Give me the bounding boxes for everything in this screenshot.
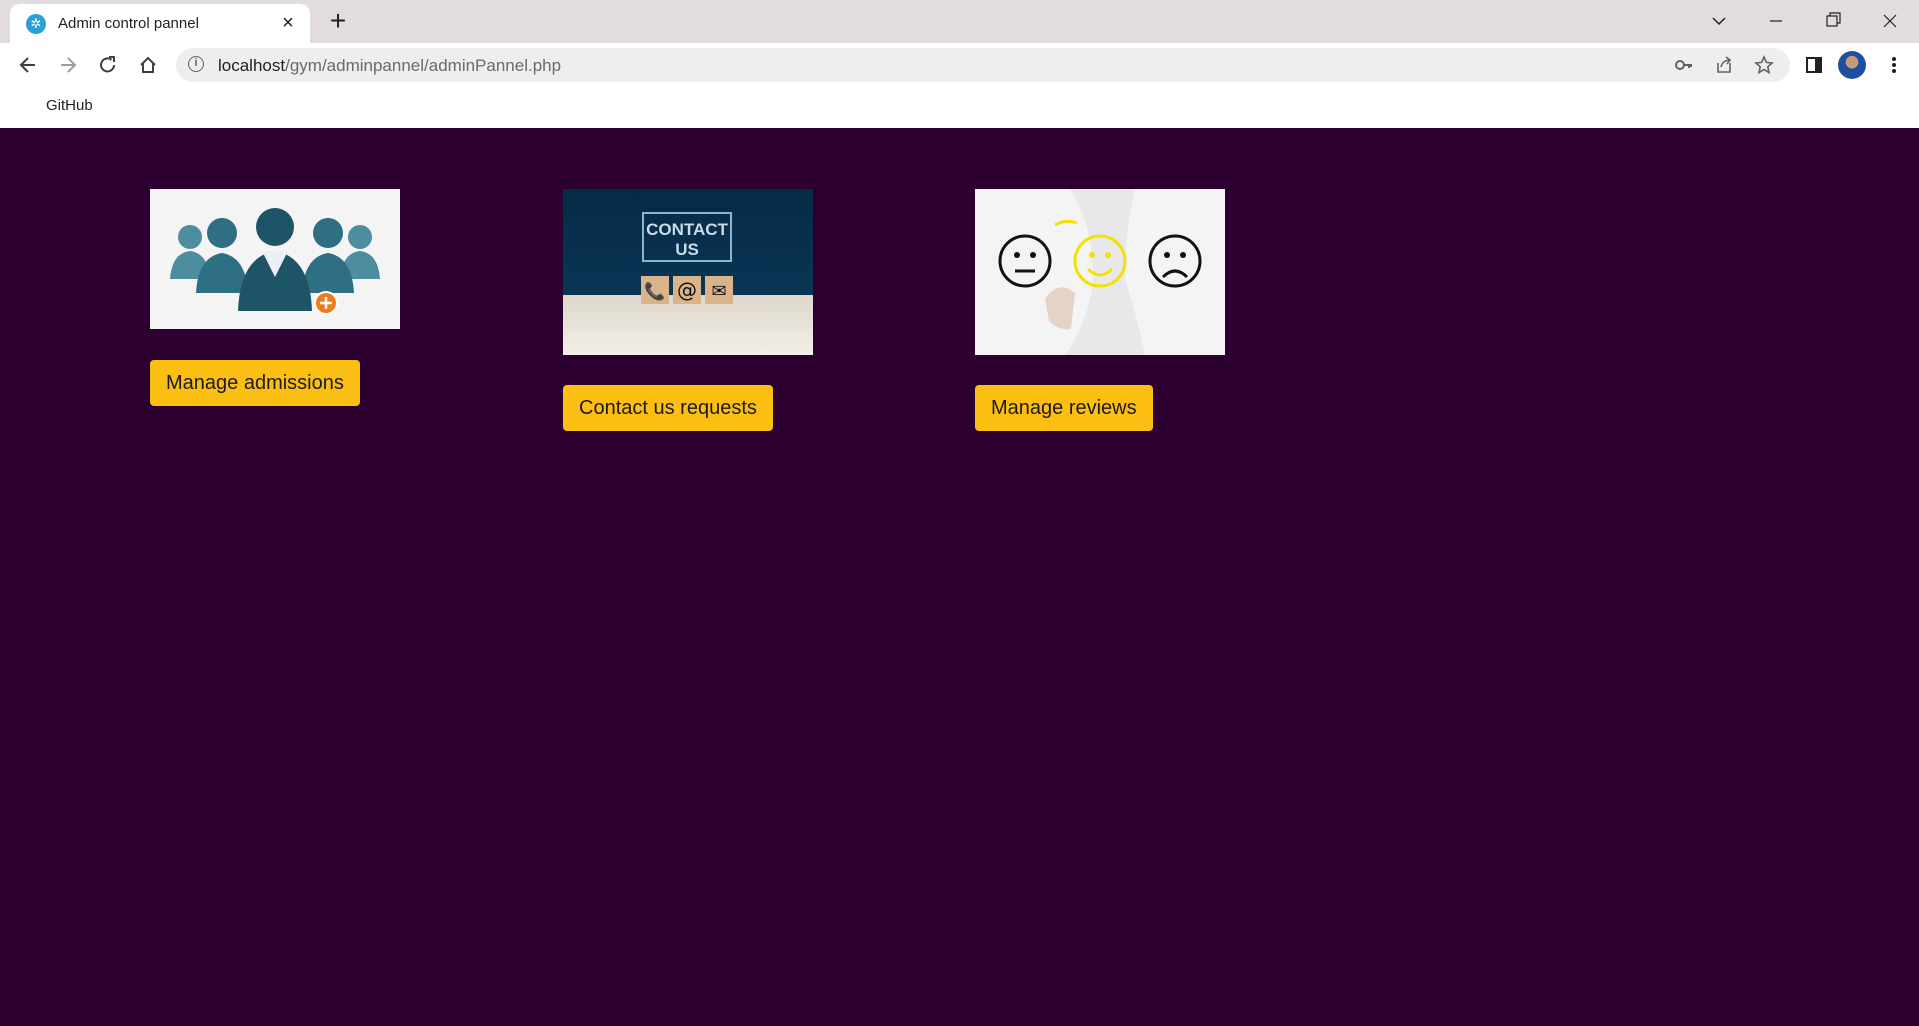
back-button[interactable] (12, 49, 44, 81)
restore-button[interactable] (1811, 6, 1855, 36)
home-button[interactable] (132, 49, 164, 81)
forward-button[interactable] (52, 49, 84, 81)
url-text: localhost/gym/adminpannel/adminPannel.ph… (218, 56, 561, 76)
address-bar[interactable]: i localhost/gym/adminpannel/adminPannel.… (176, 48, 1790, 82)
bookmark-github[interactable]: GitHub (46, 97, 93, 114)
url-host: localhost (218, 56, 286, 75)
contact-card: CONTACT US 📞 @ ✉ Contact us requests (563, 189, 813, 431)
share-icon[interactable] (1712, 54, 1736, 76)
browser-toolbar: i localhost/gym/adminpannel/adminPannel.… (0, 43, 1919, 87)
mail-block: ✉ (711, 281, 726, 302)
site-info-icon[interactable]: i (188, 56, 204, 72)
manage-reviews-button[interactable]: Manage reviews (975, 385, 1153, 431)
bookmark-star-icon[interactable] (1752, 54, 1776, 76)
contact-line2: US (675, 240, 699, 259)
new-tab-button[interactable]: + (324, 7, 352, 36)
admin-panel-page: Manage admissions CONTACT US 📞 @ ✉ Conta… (0, 128, 1919, 1026)
people-group-add-icon (150, 189, 400, 329)
manage-admissions-button[interactable]: Manage admissions (150, 360, 360, 406)
profile-avatar[interactable] (1838, 51, 1866, 79)
contact-us-blocks-image: CONTACT US 📞 @ ✉ (563, 189, 813, 355)
admissions-card: Manage admissions (150, 189, 400, 406)
tab-search-icon[interactable] (1697, 6, 1741, 36)
emoji-rating-faces-image (975, 189, 1225, 355)
close-tab-icon[interactable]: × (278, 12, 298, 35)
phone-block: 📞 (644, 280, 666, 301)
reviews-card: Manage reviews (975, 189, 1225, 431)
minimize-button[interactable] (1754, 6, 1798, 36)
at-block: @ (677, 278, 697, 302)
contact-requests-button[interactable]: Contact us requests (563, 385, 773, 431)
password-key-icon[interactable] (1672, 54, 1696, 76)
favicon-icon: ✲ (26, 13, 46, 34)
menu-kebab-icon[interactable] (1878, 49, 1910, 81)
contact-line1: CONTACT (646, 220, 728, 239)
tab-strip: ✲ Admin control pannel × + (0, 0, 1919, 43)
side-panel-icon[interactable] (1798, 49, 1830, 81)
close-window-button[interactable] (1868, 6, 1912, 36)
reload-button[interactable] (92, 49, 124, 81)
url-path: /gym/adminpannel/adminPannel.php (285, 56, 562, 75)
bookmarks-bar: GitHub (0, 87, 1919, 128)
tab-title: Admin control pannel (58, 15, 199, 32)
browser-tab[interactable]: ✲ Admin control pannel × (10, 4, 310, 43)
